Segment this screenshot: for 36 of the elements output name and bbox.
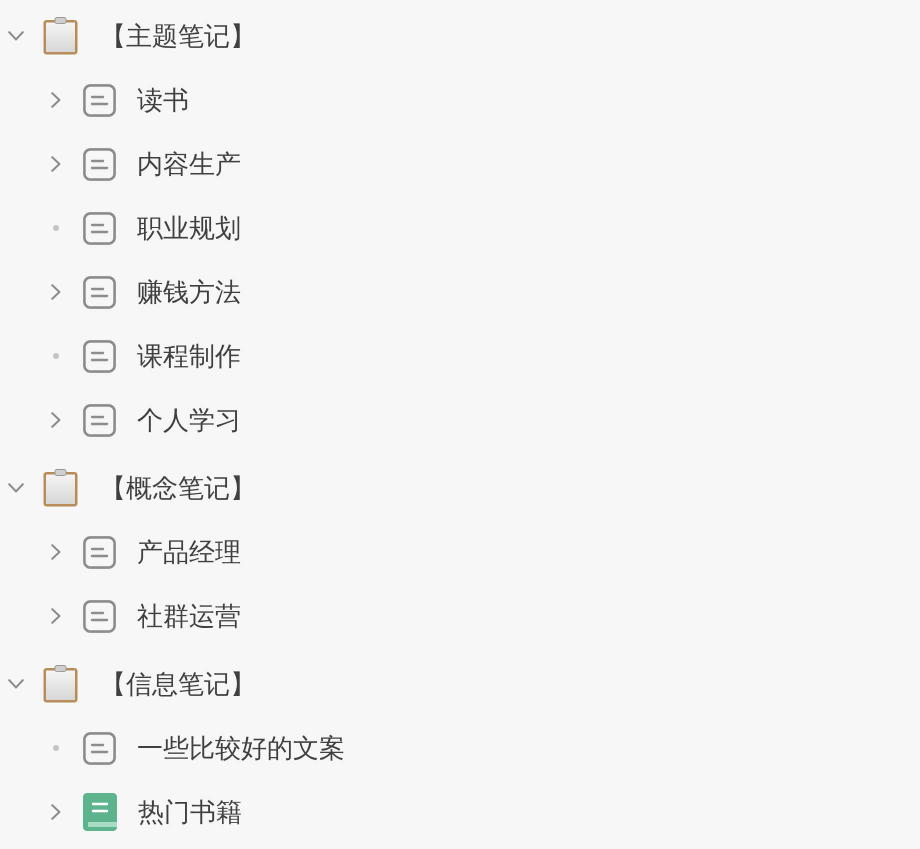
document-icon: [83, 536, 116, 568]
chevron-right-icon[interactable]: [51, 804, 61, 820]
document-icon: [83, 148, 116, 180]
document-icon: [83, 276, 116, 308]
document-icon: [83, 212, 116, 244]
document-icon: [83, 732, 116, 764]
clipboard-icon: [43, 17, 78, 55]
note-title[interactable]: 社群运营: [137, 599, 241, 633]
note-title[interactable]: 职业规划: [137, 211, 241, 245]
chevron-right-icon[interactable]: [51, 412, 61, 428]
note-title[interactable]: 读书: [137, 83, 189, 117]
clipboard-icon: [43, 665, 78, 703]
chevron-down-icon[interactable]: [8, 483, 24, 493]
notebook-title[interactable]: 【概念笔记】: [100, 471, 256, 505]
document-icon: [83, 84, 116, 116]
note-title[interactable]: 个人学习: [137, 403, 241, 437]
chevron-down-icon[interactable]: [8, 679, 24, 689]
note-title[interactable]: 内容生产: [137, 147, 241, 181]
chevron-right-icon[interactable]: [51, 156, 61, 172]
clipboard-icon: [43, 469, 78, 507]
document-icon: [83, 340, 116, 372]
notebook-title[interactable]: 【信息笔记】: [100, 667, 256, 701]
note-title[interactable]: 赚钱方法: [137, 275, 241, 309]
document-icon: [83, 404, 116, 436]
notebook-title[interactable]: 【主题笔记】: [100, 19, 256, 53]
chevron-right-icon[interactable]: [51, 608, 61, 624]
note-title[interactable]: 课程制作: [137, 339, 241, 373]
document-icon: [83, 600, 116, 632]
chevron-right-icon[interactable]: [51, 284, 61, 300]
chevron-down-icon[interactable]: [8, 31, 24, 41]
chevron-right-icon[interactable]: [51, 92, 61, 108]
chevron-right-icon[interactable]: [51, 544, 61, 560]
book-icon: [83, 793, 117, 831]
note-title[interactable]: 热门书籍: [138, 795, 242, 829]
note-title[interactable]: 产品经理: [137, 535, 241, 569]
note-title[interactable]: 一些比较好的文案: [137, 731, 345, 765]
